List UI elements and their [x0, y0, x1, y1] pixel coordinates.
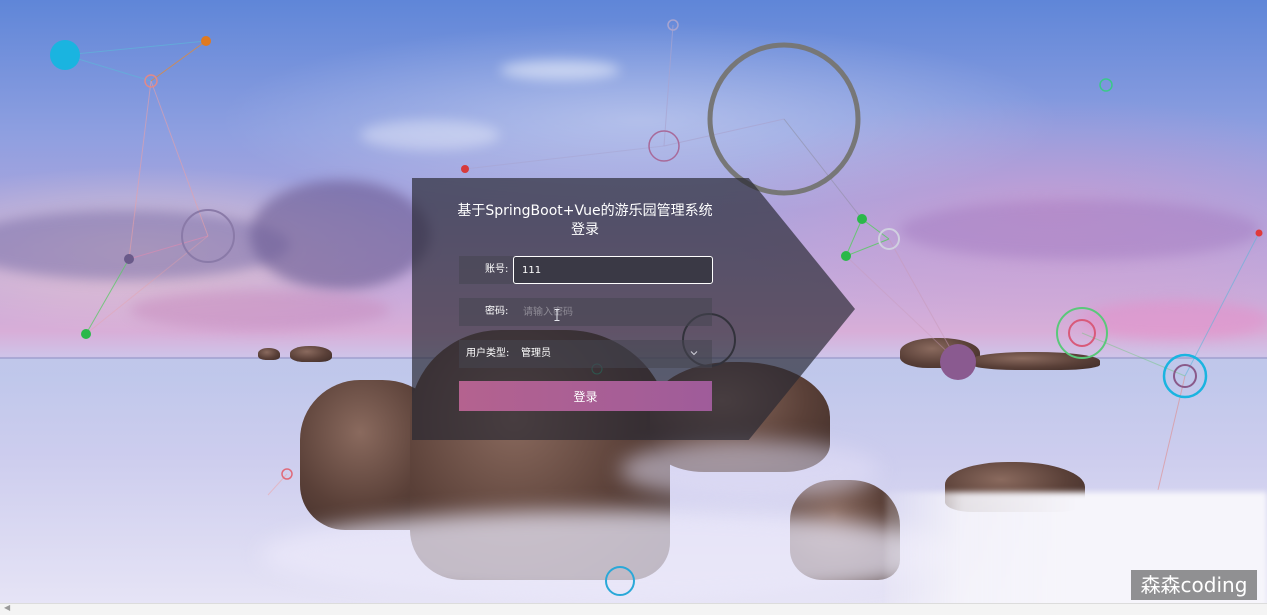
account-row: 账号: [459, 256, 713, 284]
scroll-left-arrow-icon[interactable]: ◀ [4, 603, 10, 612]
user-type-value: 管理员 [521, 348, 551, 359]
login-page: 基于SpringBoot+Vue的游乐园管理系统登录 账号: 密码: 用户类型:… [0, 0, 1267, 615]
user-type-select[interactable]: 用户类型: 管理员 [459, 340, 712, 368]
password-label: 密码: [485, 306, 509, 317]
account-input[interactable] [513, 256, 713, 284]
chevron-down-icon [690, 351, 698, 356]
i-beam-cursor-icon [554, 309, 560, 321]
password-row: 密码: [459, 298, 712, 326]
user-type-label: 用户类型: [466, 348, 510, 359]
horizontal-scrollbar[interactable] [0, 603, 1267, 615]
login-button[interactable]: 登录 [459, 381, 712, 411]
watermark: 森森coding [1131, 570, 1257, 600]
password-input[interactable] [515, 298, 711, 326]
login-title: 基于SpringBoot+Vue的游乐园管理系统登录 [457, 203, 713, 238]
account-label: 账号: [485, 264, 509, 275]
